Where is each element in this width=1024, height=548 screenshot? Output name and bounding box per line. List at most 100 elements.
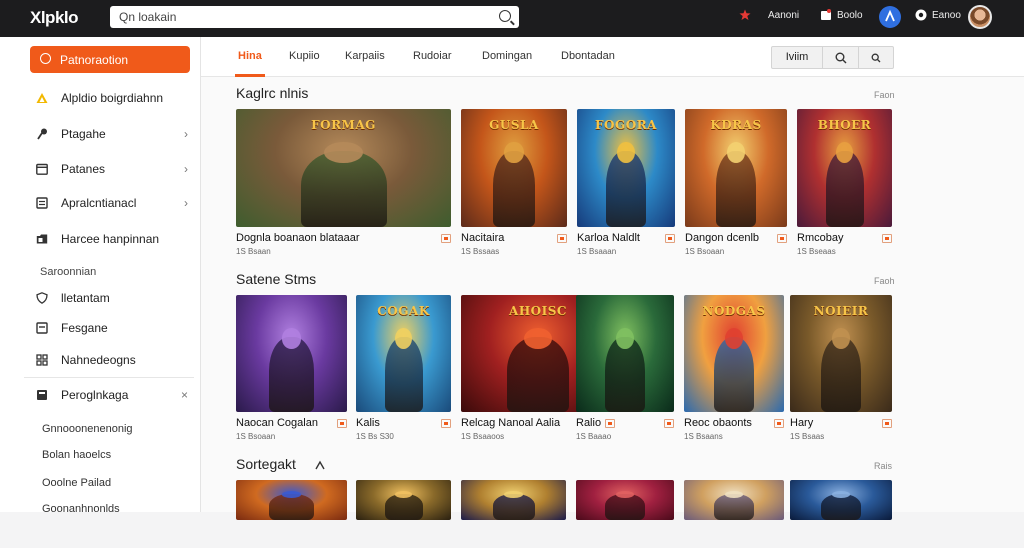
game-thumbnail[interactable]: FOGORA: [577, 109, 675, 227]
game-thumbnail[interactable]: NODGAS: [684, 295, 784, 412]
game-meta: 1S Bsaaan: [577, 247, 617, 256]
character-head: [504, 142, 524, 164]
game-thumbnail[interactable]: [790, 480, 892, 520]
tab-5[interactable]: Domingan: [482, 50, 532, 62]
sidebar-item-6[interactable]: lletantam: [36, 291, 188, 305]
search-icon[interactable]: [499, 10, 511, 22]
game-thumbnail[interactable]: [576, 480, 674, 520]
game-title[interactable]: Karloa Naldlt: [577, 232, 640, 244]
tab-1[interactable]: Hina: [235, 50, 265, 77]
tab-4[interactable]: Rudoiar: [413, 50, 452, 62]
tab-6[interactable]: Dbontadan: [561, 50, 615, 62]
game-title[interactable]: Naocan Cogalan: [236, 417, 318, 429]
game-title[interactable]: Dognla boanaon blataaar: [236, 232, 360, 244]
game-card[interactable]: [461, 480, 566, 548]
game-card[interactable]: Naocan Cogalan 1S Bsoaan: [236, 295, 347, 441]
app-logo[interactable]: Xlpklo: [30, 8, 79, 28]
avatar[interactable]: [968, 5, 992, 29]
search-input[interactable]: Qn loakain: [110, 6, 519, 28]
pin-icon: [37, 128, 47, 140]
topbar-item-notifications[interactable]: Boolo: [820, 9, 863, 21]
game-card[interactable]: BHOER Rmcobay 1S Bseaas: [797, 109, 892, 256]
character-figure: [605, 494, 645, 520]
game-thumbnail[interactable]: [236, 295, 347, 412]
bookmark-icon[interactable]: [557, 234, 567, 243]
game-thumbnail[interactable]: COGAK: [356, 295, 451, 412]
game-thumbnail[interactable]: BHOER: [797, 109, 892, 227]
section-more-1[interactable]: Faon: [874, 90, 895, 100]
game-title[interactable]: Kalis: [356, 417, 380, 429]
game-meta: 1S Bsoaan: [236, 432, 276, 441]
character-head: [281, 327, 302, 349]
sidebar-subitem-2[interactable]: Bolan haoelcs: [42, 449, 111, 461]
tab-3[interactable]: Karpaiis: [345, 50, 385, 62]
game-card[interactable]: GUSLA Nacitaira 1S Bssaas: [461, 109, 567, 256]
bookmark-icon[interactable]: [665, 234, 675, 243]
game-title[interactable]: Nacitaira: [461, 232, 504, 244]
bookmark-icon[interactable]: [441, 234, 451, 243]
game-thumbnail[interactable]: GUSLA: [461, 109, 567, 227]
game-thumbnail[interactable]: [576, 295, 674, 412]
sidebar-subitem-4[interactable]: Goonanhnonlds: [42, 503, 120, 515]
game-title[interactable]: Dangon dcenlb: [685, 232, 759, 244]
game-card[interactable]: FORMAG Dognla boanaon blataaar 1S Bsaan: [236, 109, 451, 256]
section-more-3[interactable]: Rais: [874, 461, 892, 471]
bookmark-icon[interactable]: [777, 234, 787, 243]
sidebar-subitem-1[interactable]: Gnnooonenenonig: [42, 423, 133, 435]
section-more-2[interactable]: Faoh: [874, 276, 895, 286]
chevron-up-icon[interactable]: [315, 460, 325, 470]
bookmark-icon[interactable]: [337, 419, 347, 428]
chevron-right-icon: ›: [184, 196, 188, 210]
tab-bar: Hina Kupiio Karpaiis Rudoiar Domingan Db…: [201, 37, 1024, 77]
game-card[interactable]: KDRAS Dangon dcenlb 1S Bsoaan: [685, 109, 787, 256]
bookmark-icon[interactable]: [774, 419, 784, 428]
sidebar-item-2[interactable]: Ptagahe ›: [36, 127, 188, 141]
game-card[interactable]: [684, 480, 784, 548]
bookmark-icon[interactable]: [882, 234, 892, 243]
game-card[interactable]: FOGORA Karloa Naldlt 1S Bsaaan: [577, 109, 675, 256]
game-card[interactable]: [576, 480, 674, 548]
game-card[interactable]: NOIEIR Hary 1S Bsaas: [790, 295, 892, 441]
sidebar-item-3[interactable]: Patanes ›: [36, 162, 188, 176]
game-thumbnail[interactable]: [356, 480, 451, 520]
sidebar-subitem-3[interactable]: Ooolne Pailad: [42, 477, 111, 489]
topbar-item-profile[interactable]: [879, 6, 901, 28]
game-thumbnail[interactable]: [236, 480, 347, 520]
star-icon: [739, 9, 751, 20]
game-thumbnail[interactable]: NOIEIR: [790, 295, 892, 412]
bookmark-icon[interactable]: [882, 419, 892, 428]
game-card[interactable]: [356, 480, 451, 548]
game-title[interactable]: Ralio: [576, 417, 601, 429]
game-title[interactable]: Hary: [790, 417, 813, 429]
character-head: [524, 327, 552, 349]
sidebar-item-7[interactable]: Fesgane: [36, 321, 188, 335]
game-card[interactable]: COGAK Kalis 1S Bs S30: [356, 295, 451, 441]
game-card[interactable]: Ralio 1S Baaao: [576, 295, 674, 441]
game-thumbnail[interactable]: KDRAS: [685, 109, 787, 227]
sidebar-item-5[interactable]: Harcee hanpinnan: [36, 232, 188, 246]
sidebar-item-1[interactable]: Alpldio boigrdiahnn: [36, 91, 188, 105]
game-title[interactable]: Relcag Nanoal Aalia: [461, 417, 560, 429]
game-thumbnail[interactable]: [684, 480, 784, 520]
topbar-item-favorites[interactable]: Aanoni: [739, 9, 799, 21]
game-thumbnail[interactable]: FORMAG: [236, 109, 451, 227]
character-figure: [714, 494, 754, 520]
collapse-icon[interactable]: ×: [181, 388, 188, 402]
tab-2[interactable]: Kupiio: [289, 50, 320, 62]
bookmark-icon[interactable]: [441, 419, 451, 428]
sidebar-item-8[interactable]: Nahnedeogns: [36, 353, 188, 367]
bookmark-icon[interactable]: [664, 419, 674, 428]
game-card[interactable]: NODGAS Reoc obaonts 1S Bsaans: [684, 295, 784, 441]
game-thumbnail[interactable]: [461, 480, 566, 520]
zoom-button[interactable]: [823, 47, 859, 68]
sidebar-primary-button[interactable]: Patnoraotion: [30, 46, 190, 73]
view-label-button[interactable]: Iviim: [772, 47, 823, 68]
game-title[interactable]: Rmcobay: [797, 232, 843, 244]
topbar-item-settings[interactable]: Eanoo: [915, 9, 961, 21]
game-card[interactable]: [790, 480, 892, 548]
filter-button[interactable]: [859, 47, 893, 68]
game-title[interactable]: Reoc obaonts: [684, 417, 752, 429]
sidebar-item-4[interactable]: Apralcntianacl ›: [36, 196, 188, 210]
game-card[interactable]: [236, 480, 347, 548]
sidebar-group-header[interactable]: Peroglnkaga ×: [36, 388, 188, 402]
